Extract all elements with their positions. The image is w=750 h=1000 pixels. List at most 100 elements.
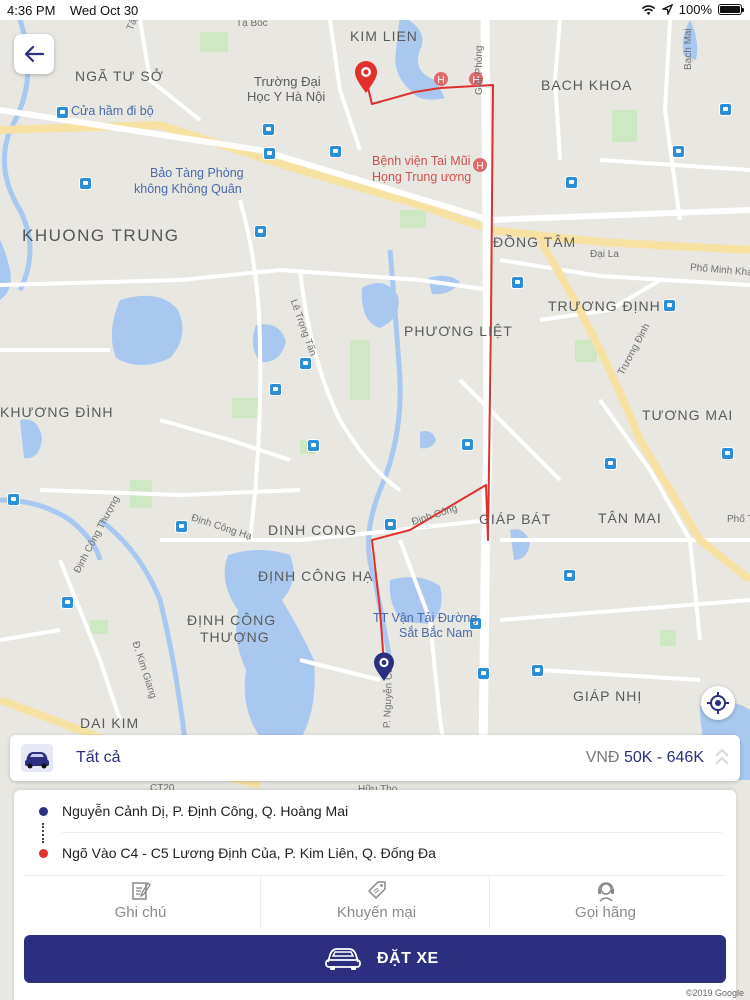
location-arrow-icon [661,4,673,15]
battery-icon [718,4,744,15]
call-center-icon [597,882,614,902]
map-district-label: GIÁP BÁT [479,511,552,527]
route-connector [42,823,45,843]
battery-percent: 100% [678,2,712,17]
status-time: 4:36 PM [7,3,56,18]
vehicle-type-label: Tất cả [76,749,121,766]
bus-stop-icon [564,570,575,581]
bus-stop-icon [270,384,281,395]
bus-stop-icon [255,226,266,237]
pickup-dot-icon [39,807,48,816]
map-district-label: BACH KHOA [541,77,633,93]
bus-stop-icon [330,146,341,157]
bus-stop-icon [62,597,73,608]
map-district-label: THƯỢNG [200,629,270,645]
map-district-label: TÂN MAI [598,510,662,526]
bus-stop-icon [300,358,311,369]
map-district-label: TƯƠNG MAI [642,407,734,423]
bus-stop-icon [605,458,616,469]
action-row: Ghi chú Khuyến mại Gọi hãng [24,875,724,928]
svg-text:H: H [437,75,444,86]
map-poi-label: Sắt Bắc Nam [399,626,473,640]
book-ride-button[interactable]: ĐẶT XE [24,935,726,983]
bus-stop-icon [532,665,543,676]
bus-stop-icon [8,494,19,505]
note-icon [131,881,151,900]
map-district-label: NGÃ TƯ SỞ [75,68,164,84]
status-right: 100% [641,2,744,17]
bus-stop-icon [176,521,187,532]
map-district-label: DINH CONG [268,522,358,538]
dropoff-address[interactable]: Ngõ Vào C4 - C5 Lương Định Của, P. Kim L… [62,845,436,861]
locate-icon [707,692,729,714]
map-district-label: GIÁP NHỊ [573,688,643,704]
call-operator-button[interactable]: Gọi hãng [489,876,722,928]
bus-stop-icon [512,277,523,288]
app-root: 4:36 PM Wed Oct 30 100% H H H KIM LIEN B… [0,0,750,1000]
map-district-label: KIM LIEN [350,28,418,44]
map-poi-label: không Không Quân [134,182,242,196]
car-icon [21,744,53,772]
map-street-label: Bạch Mai [683,28,694,70]
pickup-marker-icon[interactable] [373,652,395,682]
map-district-label: DAI KIM [80,715,140,731]
map-district-label: TRƯƠNG ĐỊNH [548,298,661,314]
my-location-button[interactable] [701,686,735,720]
price-range: 50K - 646K [623,749,704,766]
map-poi-label: Học Y Hà Nội [247,89,326,104]
map-district-label: ĐỊNH CÔNG HẠ [258,568,374,584]
map-district-label: ĐỊNH CÔNG [187,612,277,628]
map-copyright: ©2019 Google [685,988,744,998]
map-district-label: KHƯƠNG ĐÌNH [0,404,114,420]
bus-stop-icon [673,146,684,157]
booking-panel: Nguyễn Cảnh Dị, P. Định Công, Q. Hoàng M… [14,790,736,1000]
map-poi-label: Họng Trung ương [372,170,472,184]
bus-stop-icon [264,148,275,159]
chevron-up-icon[interactable] [714,746,730,768]
bus-stop-icon [722,448,733,459]
map-street-label: Đại La [590,249,619,260]
bus-stop-icon [263,124,274,135]
map-poi-label: TT Vận Tải Đường [373,611,478,625]
bus-stop-icon [478,668,489,679]
dropoff-marker-icon[interactable] [353,60,379,94]
status-date: Wed Oct 30 [69,3,139,18]
bus-stop-icon [566,177,577,188]
sedan-icon [325,948,361,970]
promo-label: Khuyến mại [336,904,417,921]
bus-stop-icon [664,300,675,311]
vehicle-type-selector[interactable]: Tất cả VNĐ 50K - 646K [10,735,740,781]
map-poi-label: Cửa hầm đi bộ [71,104,154,118]
wifi-icon [641,4,655,15]
note-button[interactable]: Ghi chú [24,876,257,928]
pickup-address[interactable]: Nguyễn Cảnh Dị, P. Định Công, Q. Hoàng M… [62,803,348,819]
map-poi-label: Bảo Tàng Phòng [150,166,244,180]
book-ride-label: ĐẶT XE [377,950,439,967]
map-district-label: PHƯƠNG LIỆT [404,323,513,339]
map-street-label: Giải Phóng [474,45,485,95]
map-district-label: ĐỒNG TÂM [493,234,577,250]
status-left: 4:36 PM Wed Oct 30 [7,3,138,18]
bus-stop-icon [80,178,91,189]
status-bar: 4:36 PM Wed Oct 30 100% [0,0,750,20]
promo-button[interactable]: Khuyến mại [260,876,493,928]
bus-stop-icon [308,440,319,451]
bus-stop-icon [385,519,396,530]
divider [62,832,722,833]
back-arrow-icon [24,45,45,63]
note-label: Ghi chú [114,904,167,921]
bus-stop-icon [462,439,473,450]
dropoff-dot-icon [39,849,48,858]
map-poi-label: Bệnh viện Tai Mũi [372,154,471,168]
promo-tag-icon [367,881,386,899]
svg-text:H: H [476,161,483,172]
map-district-label: KHUONG TRUNG [22,226,180,245]
bus-stop-icon [57,107,68,118]
bus-stop-icon [720,104,731,115]
map-poi-label: Trường Đại [254,74,321,89]
map-street-label: Phố Tô [727,514,750,525]
price-currency: VNĐ [585,749,620,766]
call-label: Gọi hãng [575,904,636,921]
back-button[interactable] [14,34,54,74]
price-estimate: VNĐ 50K - 646K [586,749,704,767]
